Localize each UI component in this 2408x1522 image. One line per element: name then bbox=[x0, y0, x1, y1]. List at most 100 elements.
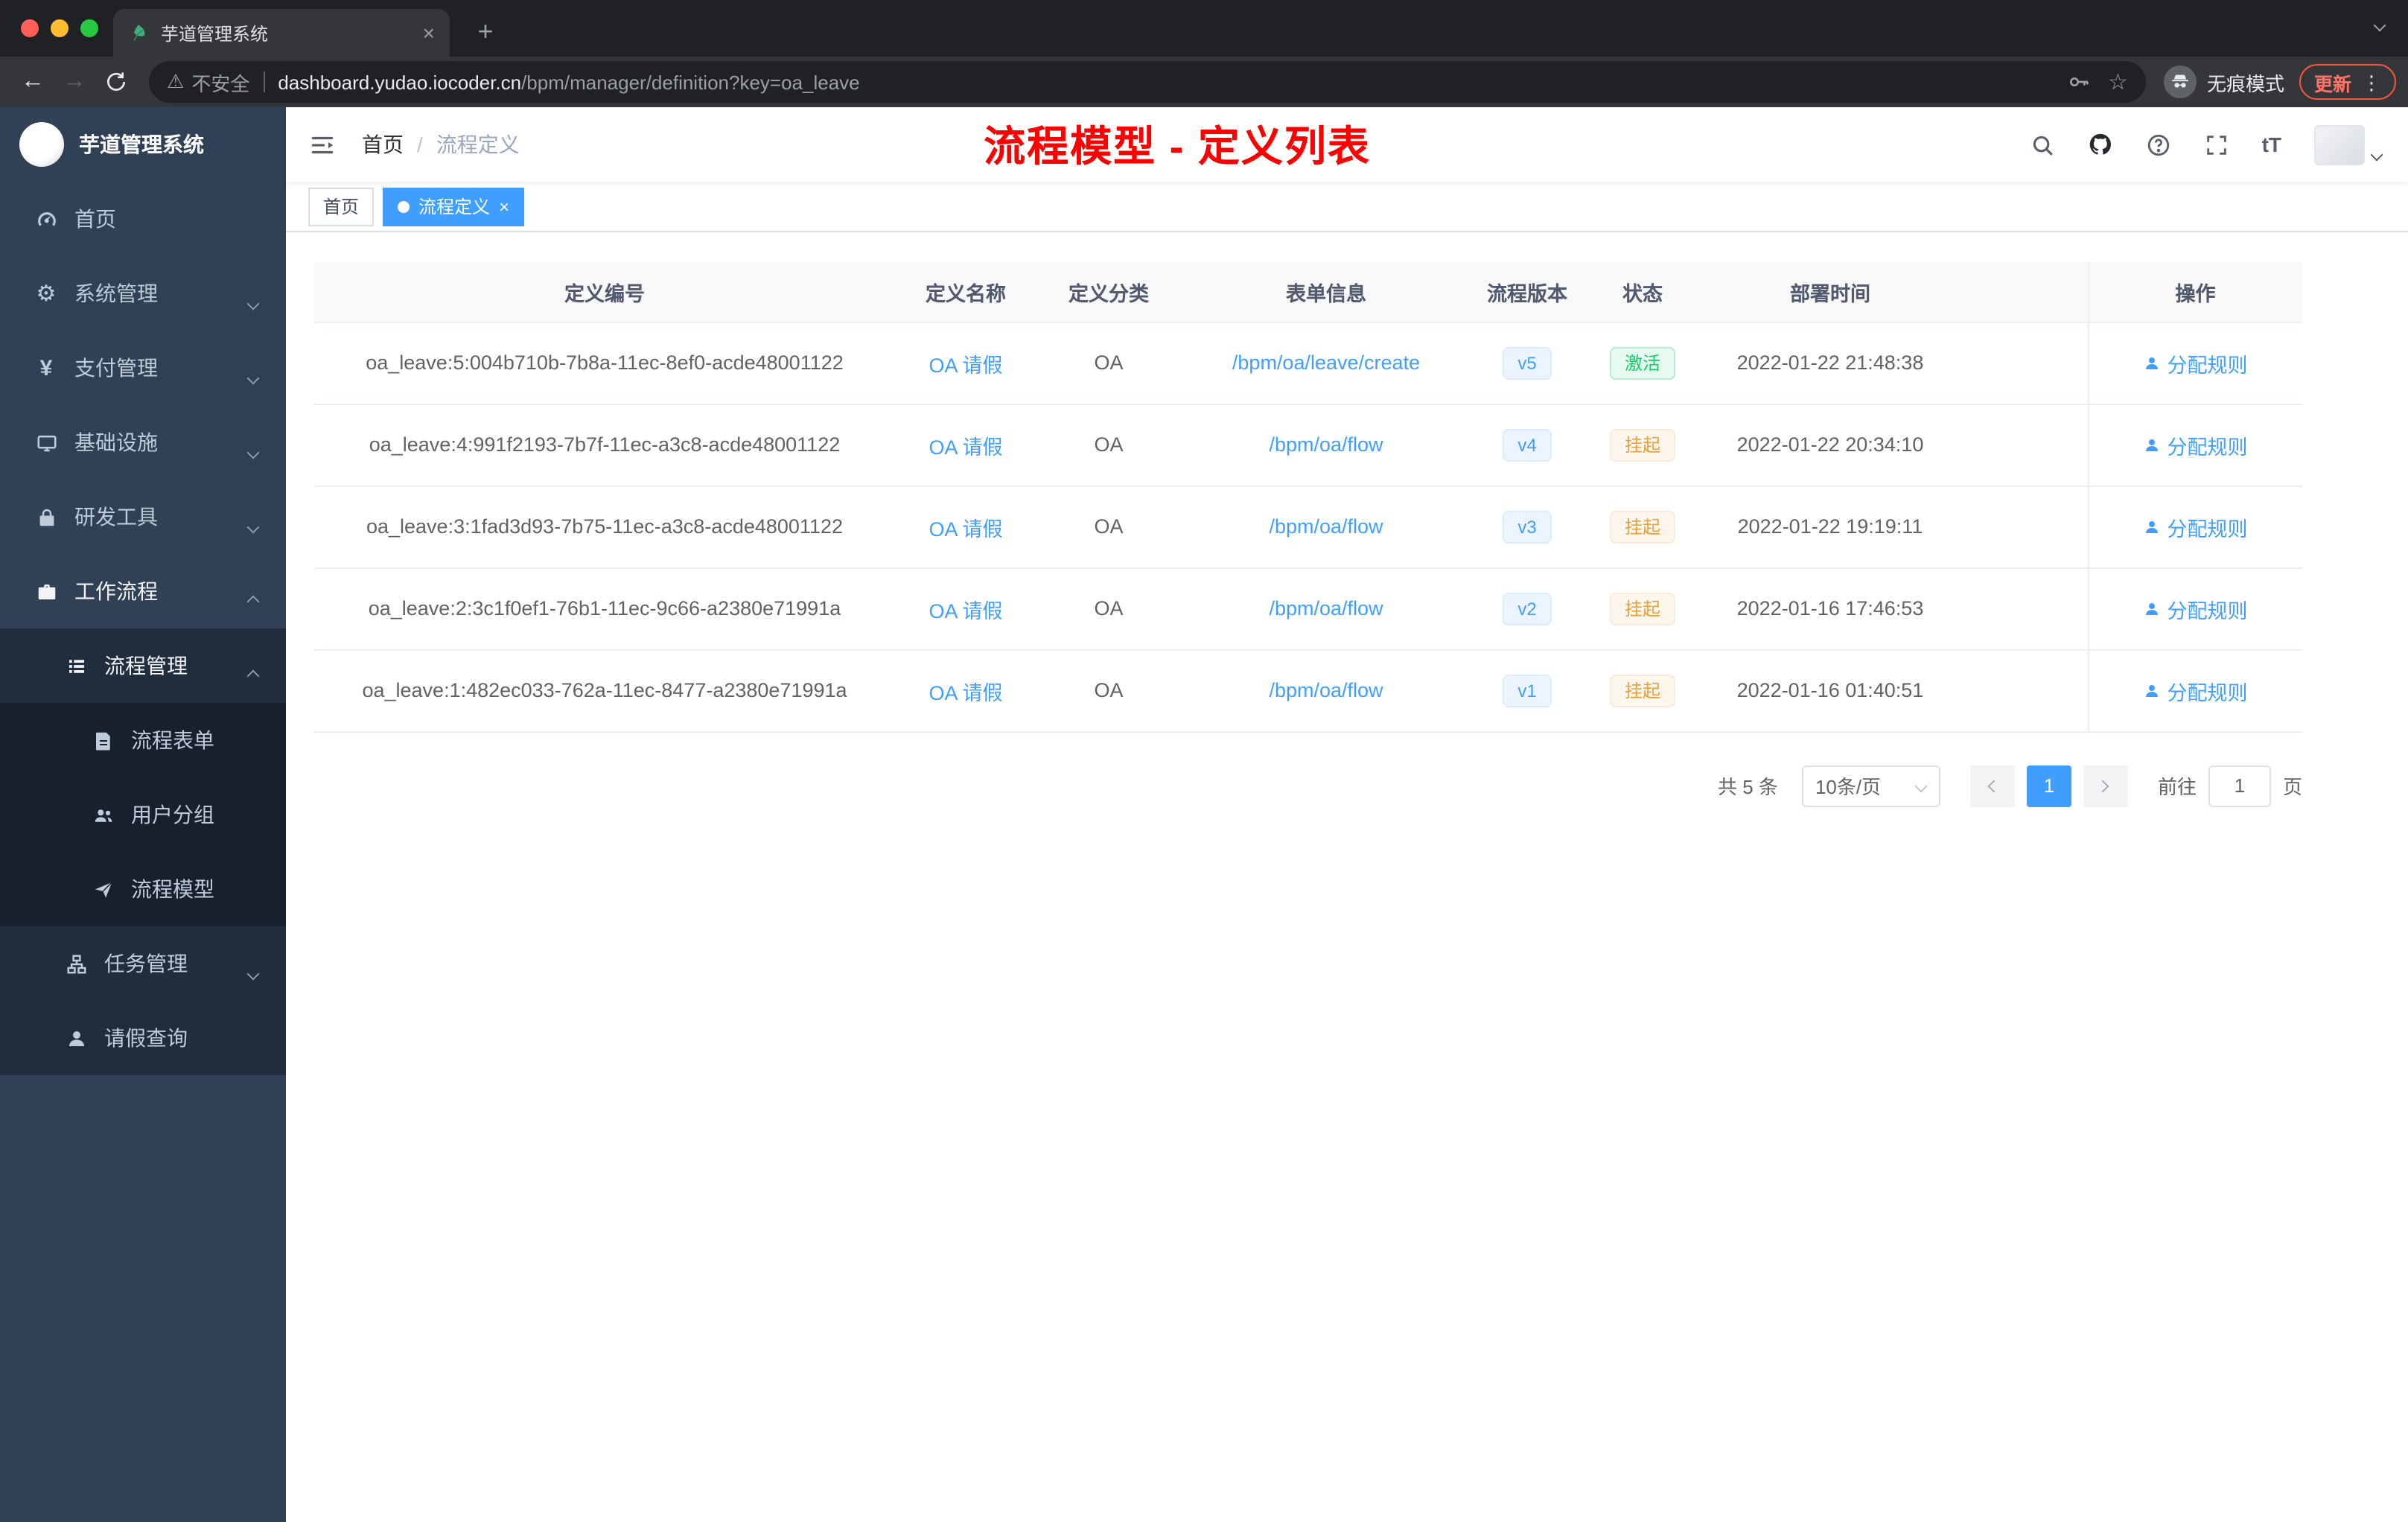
cell-category: OA bbox=[1036, 485, 1181, 568]
tag-home[interactable]: 首页 bbox=[308, 187, 375, 226]
cell-category: OA bbox=[1036, 567, 1181, 650]
bookmark-star-icon[interactable]: ☆ bbox=[2108, 69, 2128, 95]
cell-category: OA bbox=[1036, 322, 1181, 404]
sidebar-item-workflow[interactable]: 工作流程 bbox=[0, 554, 286, 628]
sidebar-item-label: 研发工具 bbox=[74, 505, 158, 529]
fullscreen-icon[interactable] bbox=[2204, 132, 2229, 157]
prev-page-button[interactable] bbox=[1969, 765, 2015, 806]
sidebar-item-process-model[interactable]: 流程模型 bbox=[0, 852, 286, 926]
sidebar-item-process-form[interactable]: 流程表单 bbox=[0, 703, 286, 777]
browser-tab[interactable]: 芋道管理系统 × bbox=[113, 9, 450, 57]
goto-page-input[interactable] bbox=[2208, 765, 2271, 806]
address-bar[interactable]: ⚠ 不安全 dashboard.yudao.iocoder.cn /bpm/ma… bbox=[149, 61, 2146, 103]
sidebar-item-label: 首页 bbox=[74, 207, 116, 231]
minimize-window-button[interactable] bbox=[51, 19, 69, 37]
page-content: 定义编号 定义名称 定义分类 表单信息 流程版本 状态 部署时间 操作 oa_l… bbox=[286, 232, 2408, 1522]
sidebar-item-user-group[interactable]: 用户分组 bbox=[0, 777, 286, 852]
tag-label: 流程定义 bbox=[418, 197, 491, 217]
tag-process-definition[interactable]: 流程定义 × bbox=[383, 187, 525, 226]
sidebar-item-leave-query[interactable]: 请假查询 bbox=[0, 1001, 286, 1075]
password-key-icon[interactable] bbox=[2066, 70, 2090, 94]
chevron-down-icon bbox=[2370, 147, 2383, 161]
app-logo bbox=[19, 122, 64, 167]
sidebar-item-task-management[interactable]: 任务管理 bbox=[0, 926, 286, 1001]
screenshot-root: 芋道管理系统 × + ← → ⚠ 不安全 dashboard.yudao.ioc… bbox=[0, 0, 2408, 1522]
col-process-version: 流程版本 bbox=[1471, 262, 1583, 322]
cell-category: OA bbox=[1036, 404, 1181, 486]
sidebar-item-label: 请假查询 bbox=[104, 1026, 188, 1050]
kebab-menu-icon: ⋮ bbox=[2362, 71, 2381, 93]
reload-button[interactable] bbox=[95, 61, 137, 103]
definition-name-link[interactable]: OA 请假 bbox=[929, 599, 1002, 622]
browser-update-menu-button[interactable]: 更新 ⋮ bbox=[2299, 64, 2396, 100]
cell-deploy-time: 2022-01-22 20:34:10 bbox=[1702, 404, 1958, 486]
github-icon[interactable] bbox=[2088, 132, 2113, 157]
form-link[interactable]: /bpm/oa/leave/create bbox=[1232, 351, 1420, 374]
tag-close-icon[interactable]: × bbox=[499, 197, 509, 215]
user-icon bbox=[2146, 439, 2159, 450]
cell-definition-id: oa_leave:2:3c1f0ef1-76b1-11ec-9c66-a2380… bbox=[314, 567, 895, 650]
font-size-icon[interactable]: tT bbox=[2262, 133, 2281, 156]
back-button[interactable]: ← bbox=[12, 61, 54, 103]
assign-rule-link[interactable]: 分配规则 bbox=[2144, 593, 2248, 623]
definition-name-link[interactable]: OA 请假 bbox=[929, 681, 1002, 704]
cell-definition-id: oa_leave:5:004b710b-7b8a-11ec-8ef0-acde4… bbox=[314, 322, 895, 404]
assign-rule-link[interactable]: 分配规则 bbox=[2144, 512, 2248, 541]
form-link[interactable]: /bpm/oa/flow bbox=[1269, 597, 1383, 620]
page-size-select[interactable]: 10条/页 bbox=[1801, 765, 1940, 806]
chevron-down-icon[interactable] bbox=[2373, 19, 2386, 32]
sidebar-item-home[interactable]: 首页 bbox=[0, 182, 286, 256]
briefcase-icon bbox=[30, 580, 63, 602]
version-tag: v3 bbox=[1503, 510, 1552, 543]
yen-icon: ¥ bbox=[39, 355, 53, 380]
close-window-button[interactable] bbox=[21, 19, 39, 37]
sidebar-item-payment[interactable]: ¥ 支付管理 bbox=[0, 331, 286, 405]
assign-rule-link[interactable]: 分配规则 bbox=[2144, 675, 2248, 705]
active-dot bbox=[398, 200, 410, 212]
sidebar-item-label: 用户分组 bbox=[131, 803, 214, 827]
favicon bbox=[128, 22, 149, 43]
cell-deploy-time: 2022-01-16 17:46:53 bbox=[1702, 567, 1958, 650]
cell-category: OA bbox=[1036, 649, 1181, 732]
definition-name-link[interactable]: OA 请假 bbox=[929, 354, 1002, 376]
tab-close-icon[interactable]: × bbox=[423, 22, 435, 43]
col-actions: 操作 bbox=[2087, 262, 2302, 322]
form-link[interactable]: /bpm/oa/flow bbox=[1269, 433, 1383, 456]
form-link[interactable]: /bpm/oa/flow bbox=[1269, 515, 1383, 538]
status-badge: 挂起 bbox=[1609, 674, 1675, 707]
incognito-label: 无痕模式 bbox=[2206, 72, 2284, 95]
search-icon[interactable] bbox=[2030, 132, 2055, 157]
help-icon[interactable] bbox=[2146, 132, 2171, 157]
sidebar-item-label: 系统管理 bbox=[74, 281, 158, 305]
security-label[interactable]: 不安全 bbox=[191, 68, 249, 96]
next-page-button[interactable] bbox=[2083, 765, 2128, 806]
sidebar-item-process-management[interactable]: 流程管理 bbox=[0, 628, 286, 703]
send-icon bbox=[86, 878, 119, 900]
zoom-window-button[interactable] bbox=[80, 19, 98, 37]
avatar bbox=[2314, 124, 2365, 165]
sidebar-item-system[interactable]: ⚙ 系统管理 bbox=[0, 256, 286, 331]
forward-button[interactable]: → bbox=[54, 61, 95, 103]
status-badge: 挂起 bbox=[1609, 592, 1675, 625]
user-avatar-menu[interactable] bbox=[2314, 124, 2383, 165]
definition-name-link[interactable]: OA 请假 bbox=[929, 436, 1002, 458]
breadcrumb-home[interactable]: 首页 bbox=[362, 130, 404, 159]
assign-rule-link[interactable]: 分配规则 bbox=[2144, 348, 2248, 378]
monitor-icon bbox=[30, 431, 63, 453]
new-tab-button[interactable]: + bbox=[468, 15, 503, 51]
definition-name-link[interactable]: OA 请假 bbox=[929, 518, 1002, 540]
form-link[interactable]: /bpm/oa/flow bbox=[1269, 679, 1383, 701]
user-icon bbox=[2146, 357, 2159, 369]
cell-deploy-time: 2022-01-22 19:19:11 bbox=[1702, 485, 1958, 568]
goto-unit: 页 bbox=[2282, 776, 2302, 798]
page-number-1[interactable]: 1 bbox=[2026, 765, 2071, 806]
dashboard-icon bbox=[30, 208, 63, 230]
definition-table: 定义编号 定义名称 定义分类 表单信息 流程版本 状态 部署时间 操作 oa_l… bbox=[314, 262, 2302, 732]
sidebar-item-devtools[interactable]: 研发工具 bbox=[0, 480, 286, 554]
col-deploy-time: 部署时间 bbox=[1702, 262, 1958, 322]
breadcrumb-current: 流程定义 bbox=[436, 133, 520, 156]
page-annotation: 流程模型 - 定义列表 bbox=[984, 124, 1371, 170]
sidebar-collapse-button[interactable] bbox=[286, 107, 359, 182]
sidebar-item-infrastructure[interactable]: 基础设施 bbox=[0, 405, 286, 480]
assign-rule-link[interactable]: 分配规则 bbox=[2144, 430, 2248, 459]
